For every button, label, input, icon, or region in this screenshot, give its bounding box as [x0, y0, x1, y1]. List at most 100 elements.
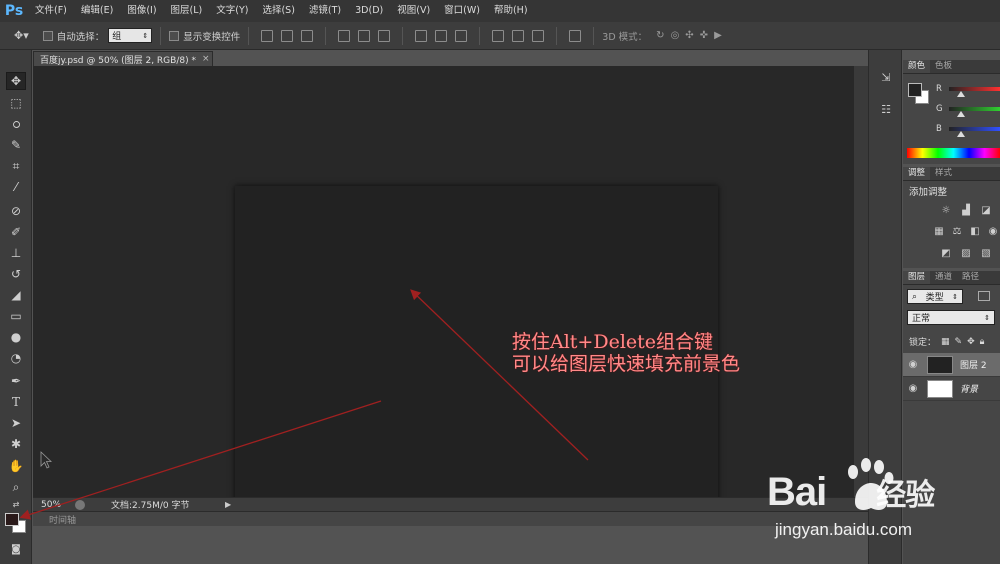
history-brush-tool-icon[interactable]: ↺ [6, 265, 26, 283]
auto-select-dropdown[interactable]: 组 ⇕ [108, 28, 153, 43]
black-white-icon[interactable]: ◧ [969, 226, 981, 237]
layer-filter-dropdown[interactable]: ⌕ 类型 ⇕ [907, 289, 963, 304]
tab-styles[interactable]: 样式 [930, 167, 957, 180]
properties-panel-icon[interactable]: ☷ [879, 102, 893, 116]
menu-layer[interactable]: 图层(L) [164, 0, 210, 22]
align-bottom-icon[interactable] [301, 29, 314, 42]
visibility-eye-icon[interactable]: ◉ [903, 359, 923, 370]
layer-row-layer2[interactable]: ◉ 图层 2 [903, 353, 1000, 377]
hand-tool-icon[interactable]: ✋ [6, 457, 26, 475]
color-spectrum-bar[interactable] [907, 148, 1000, 158]
distribute-top-icon[interactable] [415, 29, 428, 42]
quick-select-tool-icon[interactable]: ✎ [6, 136, 26, 154]
shape-tool-icon[interactable]: ✱ [6, 435, 26, 453]
align-left-icon[interactable] [338, 29, 351, 42]
distribute-vcenter-icon[interactable] [435, 29, 448, 42]
menu-3d[interactable]: 3D(D) [348, 0, 390, 22]
photo-filter-icon[interactable]: ◉ [987, 226, 999, 237]
green-slider-thumb[interactable] [957, 111, 965, 117]
align-right-icon[interactable] [378, 29, 391, 42]
eraser-tool-icon[interactable]: ◢ [6, 286, 26, 304]
3d-slide-icon[interactable]: ✜ [700, 30, 708, 41]
tab-color[interactable]: 颜色 [903, 60, 931, 73]
panel-foreground-swatch[interactable] [908, 83, 922, 97]
align-top-icon[interactable] [261, 29, 274, 42]
distribute-bottom-icon[interactable] [455, 29, 468, 42]
canvas-workspace[interactable] [33, 66, 854, 508]
blue-slider-thumb[interactable] [957, 131, 965, 137]
lock-position-icon[interactable]: ✥ [967, 337, 975, 347]
lock-all-icon[interactable]: 🔒︎ [980, 337, 985, 347]
history-panel-icon[interactable]: ⇲ [879, 70, 893, 84]
healing-brush-tool-icon[interactable]: ⊘ [6, 202, 26, 220]
clone-stamp-tool-icon[interactable]: ⊥ [6, 244, 26, 262]
levels-icon[interactable]: ▟ [960, 205, 972, 216]
color-balance-icon[interactable]: ⚖ [951, 226, 963, 237]
document-tab[interactable]: 百度jy.psd @ 50% (图层 2, RGB/8) * × [33, 51, 213, 66]
brush-tool-icon[interactable]: ✐ [6, 223, 26, 241]
pen-tool-icon[interactable]: ✒ [6, 372, 26, 390]
gradient-map-icon[interactable]: ▧ [980, 248, 992, 259]
zoom-level[interactable]: 50% [41, 500, 75, 510]
move-tool-preset-icon[interactable]: ✥▾ [14, 29, 29, 42]
tab-paths[interactable]: 路径 [957, 271, 984, 284]
lasso-tool-icon[interactable]: ഠ [6, 115, 26, 133]
3d-rotate-icon[interactable]: ↻ [656, 30, 664, 41]
curves-icon[interactable]: ◪ [980, 205, 992, 216]
layer-name[interactable]: 背景 [960, 382, 978, 395]
distribute-right-icon[interactable] [532, 29, 545, 42]
distribute-left-icon[interactable] [492, 29, 505, 42]
auto-select-checkbox[interactable] [42, 30, 53, 41]
tab-layers[interactable]: 图层 [903, 271, 931, 284]
layer-row-background[interactable]: ◉ 背景 [903, 377, 1000, 401]
blend-mode-dropdown[interactable]: 正常 ⇕ [907, 310, 995, 325]
menu-view[interactable]: 视图(V) [390, 0, 437, 22]
menu-filter[interactable]: 滤镜(T) [302, 0, 348, 22]
layer-name[interactable]: 图层 2 [960, 358, 987, 371]
timeline-label[interactable]: 时间轴 [49, 513, 76, 526]
eyedropper-tool-icon[interactable]: ⁄ [6, 178, 26, 196]
blur-tool-icon[interactable]: ● [6, 328, 26, 346]
lock-transparent-icon[interactable]: ▦ [941, 337, 950, 347]
lock-pixels-icon[interactable]: ✎ [955, 337, 963, 347]
show-transform-checkbox[interactable] [169, 30, 180, 41]
menu-select[interactable]: 选择(S) [255, 0, 301, 22]
gradient-tool-icon[interactable]: ▭ [6, 307, 26, 325]
hue-saturation-icon[interactable]: ▦ [933, 226, 945, 237]
menu-window[interactable]: 窗口(W) [437, 0, 487, 22]
visibility-eye-icon[interactable]: ◉ [903, 383, 923, 394]
menu-help[interactable]: 帮助(H) [487, 0, 535, 22]
move-tool-icon[interactable]: ✥ [6, 72, 26, 90]
menu-edit[interactable]: 编辑(E) [74, 0, 120, 22]
menu-type[interactable]: 文字(Y) [209, 0, 255, 22]
zoom-tool-icon[interactable]: ⌕ [6, 478, 26, 496]
3d-roll-icon[interactable]: ◎ [671, 30, 680, 41]
dodge-tool-icon[interactable]: ◔ [6, 349, 26, 367]
foreground-color-swatch[interactable] [5, 513, 19, 526]
path-select-tool-icon[interactable]: ➤ [6, 414, 26, 432]
type-tool-icon[interactable]: T [6, 393, 26, 411]
menu-file[interactable]: 文件(F) [28, 0, 74, 22]
quick-mask-icon[interactable]: ◙ [6, 540, 26, 558]
invert-icon[interactable]: ◩ [940, 248, 952, 259]
image-filter-icon[interactable] [978, 291, 990, 301]
align-hcenter-icon[interactable] [358, 29, 371, 42]
marquee-tool-icon[interactable]: ⬚ [6, 94, 26, 112]
crop-tool-icon[interactable]: ⌗ [6, 157, 26, 175]
3d-pan-icon[interactable]: ✣ [685, 30, 693, 41]
brightness-contrast-icon[interactable]: ☼ [940, 205, 952, 216]
tab-channels[interactable]: 通道 [930, 271, 957, 284]
tab-swatches[interactable]: 色板 [930, 60, 957, 73]
menu-image[interactable]: 图像(I) [120, 0, 163, 22]
distribute-hcenter-icon[interactable] [512, 29, 525, 42]
vertical-scrollbar[interactable] [854, 66, 868, 497]
status-menu-arrow-icon[interactable]: ▶ [225, 500, 231, 509]
align-vcenter-icon[interactable] [281, 29, 294, 42]
close-tab-icon[interactable]: × [202, 54, 210, 64]
3d-scale-icon[interactable]: ▶ [714, 30, 722, 41]
swap-colors-icon[interactable]: ⇄ [6, 495, 26, 513]
auto-align-icon[interactable] [569, 29, 582, 42]
tab-adjustments[interactable]: 调整 [903, 167, 931, 180]
red-slider-thumb[interactable] [957, 91, 965, 97]
posterize-icon[interactable]: ▨ [960, 248, 972, 259]
